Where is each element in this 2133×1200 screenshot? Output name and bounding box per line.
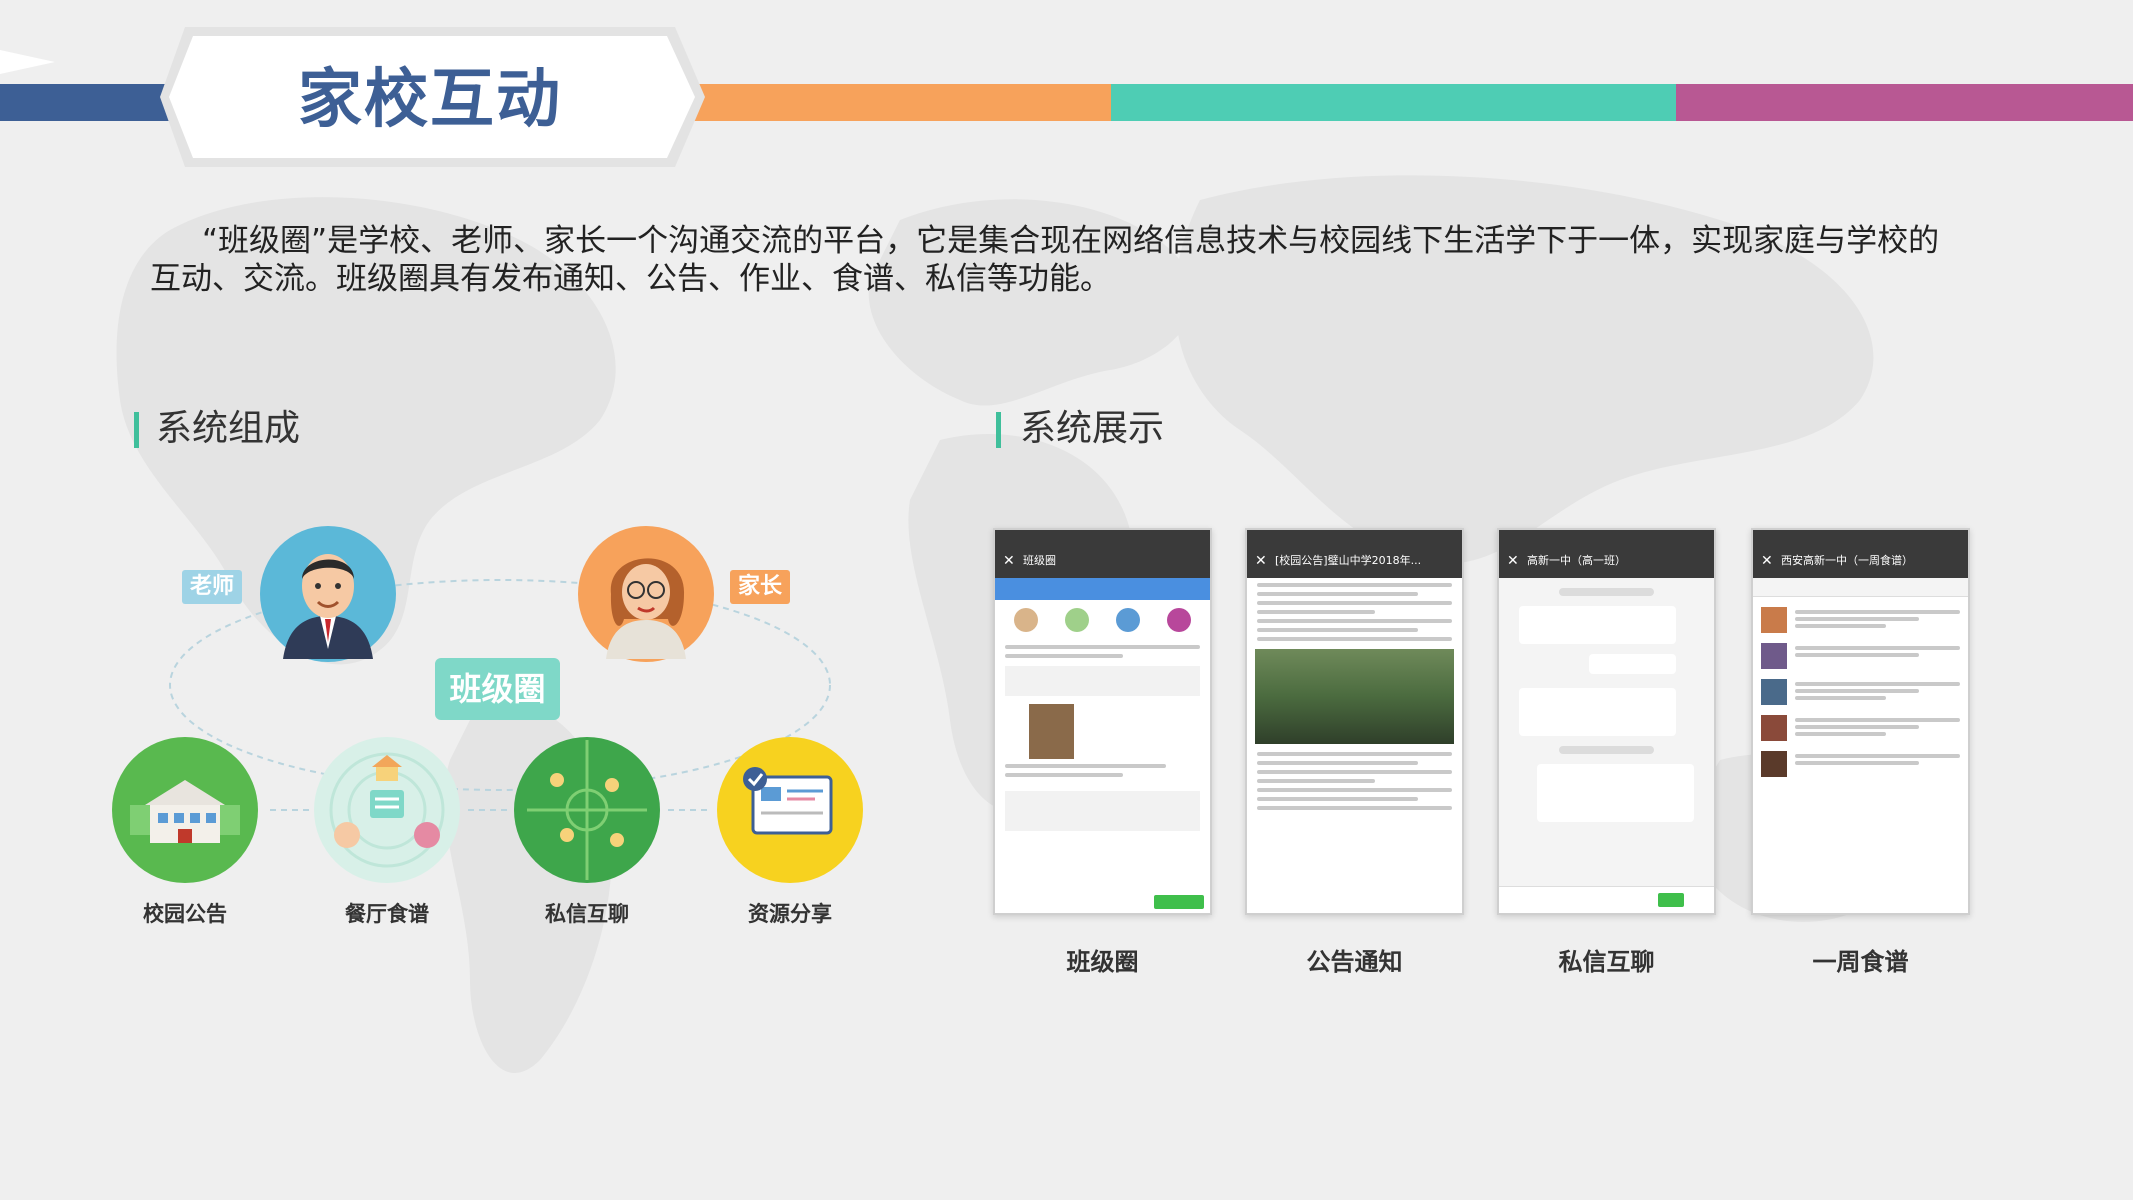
caption-announcement: 公告通知 [1306,948,1403,976]
node-label-school-notice: 校园公告 [143,902,227,926]
composition-title: 系统组成 [156,408,301,449]
class-circle-label: 班级圈 [435,658,560,720]
caption-weekly-recipe: 一周食谱 [1812,948,1909,976]
chat-field-icon [514,737,660,883]
teacher-avatar-icon [260,526,396,662]
page-title: 家校互动 [298,63,562,137]
phone-screen-weekly-recipe: ✕ 西安高新一中（一周食谱） [1751,528,1970,915]
close-icon[interactable]: ✕ [1507,544,1519,578]
header-stripe-purple [1676,84,2133,121]
node-label-canteen-recipe: 餐厅食谱 [345,902,429,926]
parent-role-tag: 家长 [730,570,791,604]
close-icon[interactable]: ✕ [1003,544,1015,578]
phone-screen-class-circle: ✕ 班级圈 [993,528,1212,915]
composition-title-bar [134,412,139,448]
phone-screen-private-chat: ✕ 高新一中（高一班） [1497,528,1716,915]
school-building-icon [112,737,258,883]
close-icon[interactable]: ✕ [1761,544,1773,578]
parent-avatar-icon [578,526,714,662]
showcase-title: 系统展示 [1020,408,1165,449]
corner-arrow [0,50,55,74]
header-stripe-orange [690,84,1111,121]
intro-text: “班级圈”是学校、老师、家长一个沟通交流的平台，它是集合现在网络信息技术与校园线… [150,223,1940,297]
menu-icon [314,737,460,883]
node-label-resource-share: 资源分享 [748,902,832,926]
node-label-private-chat: 私信互聊 [545,902,629,926]
teacher-role-tag: 老师 [182,570,243,604]
caption-private-chat: 私信互聊 [1558,948,1655,976]
close-icon[interactable]: ✕ [1255,544,1267,578]
phone-header-class-circle: 班级圈 [1023,554,1056,567]
header-stripe-blue [0,84,180,121]
caption-class-circle: 班级圈 [1066,948,1139,976]
resource-share-icon [717,737,863,883]
showcase-title-bar [996,412,1001,448]
phone-screen-announcement: ✕ [校园公告]璧山中学2018年... [1245,528,1464,915]
phone-header-private-chat: 高新一中（高一班） [1527,554,1626,567]
intro-paragraph: “班级圈”是学校、老师、家长一个沟通交流的平台，它是集合现在网络信息技术与校园线… [150,222,1940,298]
composition-diagram: 老师 家长 班级圈 校园公告 餐厅食谱 私信互聊 资源分享 [100,510,900,960]
phone-header-announcement: [校园公告]璧山中学2018年... [1275,554,1422,567]
header-stripe-teal [1111,84,1676,121]
phone-header-weekly-recipe: 西安高新一中（一周食谱） [1781,554,1913,567]
